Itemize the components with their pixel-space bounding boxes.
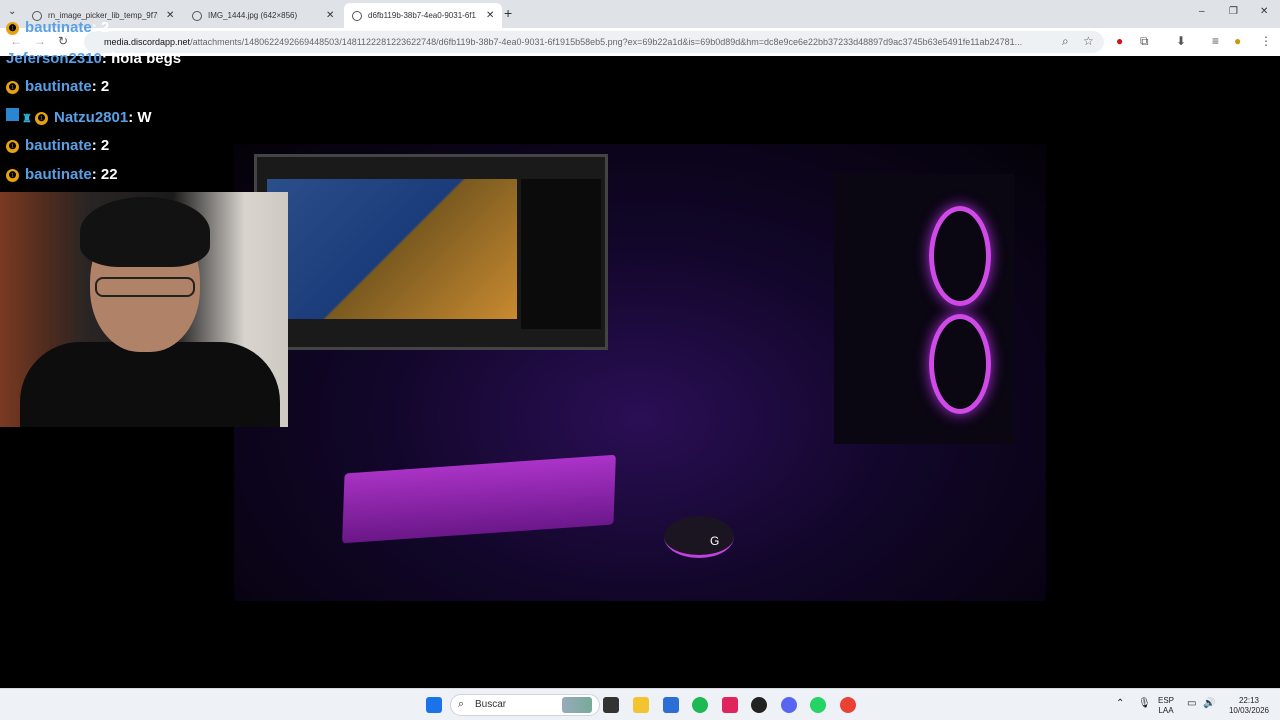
- chat-text: : W: [128, 109, 152, 126]
- zoom-icon[interactable]: ⌕: [1062, 34, 1069, 49]
- monitor-screen: [267, 179, 517, 319]
- language-indicator[interactable]: ESP LAA: [1158, 696, 1174, 716]
- browser-toolbar: ← → ↻ media.discordapp.net/attachments/1…: [0, 28, 1280, 56]
- avatar[interactable]: ●: [1234, 34, 1241, 48]
- sub-badge-icon: ❶: [35, 112, 48, 125]
- browser-tab-bar: ⌄ rn_image_picker_lib_temp_9f75 ✕ IMG_14…: [0, 0, 1280, 28]
- verified-badge-icon: ♜: [22, 113, 32, 125]
- clock-time: 22:13: [1238, 696, 1260, 705]
- chat-text: : 2: [91, 78, 110, 95]
- search-icon: ⌕: [458, 698, 465, 710]
- minimize-button[interactable]: –: [1199, 6, 1205, 17]
- spotify-icon[interactable]: [692, 697, 708, 713]
- chat-message: ❶ bautinate: 2: [6, 19, 109, 36]
- chat-message: ❶ bautinate: 22: [6, 166, 118, 183]
- rgb-fan: [929, 314, 991, 414]
- chat-username: Jeferson2310: [6, 50, 102, 67]
- monitor-image: [254, 154, 608, 350]
- url-path: /attachments/1480622492669448503/1481122…: [190, 37, 1023, 47]
- media-icon[interactable]: ≡: [1212, 34, 1219, 48]
- chrome-icon[interactable]: [840, 697, 856, 713]
- streamer-hair: [80, 197, 210, 267]
- menu-icon[interactable]: ⋮: [1260, 34, 1272, 48]
- mouse-image: [664, 516, 734, 558]
- pc-case-image: [834, 174, 1014, 444]
- chat-text: : 2: [91, 137, 110, 154]
- chat-message: ❶ bautinate: 2: [6, 78, 109, 95]
- discord-icon[interactable]: [781, 697, 797, 713]
- tab-title: d6fb119b-38b7-4ea0-9031-6f1: [368, 11, 476, 20]
- globe-icon: [192, 10, 202, 21]
- rgb-fan: [929, 206, 991, 306]
- close-tab-icon[interactable]: ✕: [326, 10, 334, 21]
- keyboard-image: [342, 454, 616, 544]
- close-tab-icon[interactable]: ✕: [166, 10, 174, 21]
- chat-message: Jeferson2310: hola begs: [6, 50, 181, 67]
- monitor-chat-panel: [521, 179, 601, 329]
- image-viewer: ❶ bautinate: 2 Jeferson2310: hola begs ❶b…: [0, 19, 1280, 688]
- back-icon[interactable]: ←: [10, 34, 22, 48]
- sub-badge-icon: ❶: [6, 81, 19, 94]
- chat-username: bautinate: [25, 19, 92, 36]
- forward-icon[interactable]: →: [34, 34, 46, 48]
- chat-username: bautinate: [25, 166, 92, 183]
- tab-title: IMG_1444.jpg (642×856): [208, 11, 298, 20]
- address-bar[interactable]: media.discordapp.net/attachments/1480622…: [84, 31, 1104, 53]
- chat-username: bautinate: [25, 137, 92, 154]
- network-icon[interactable]: ▭: [1187, 699, 1196, 709]
- windows-taskbar: Buscar ⌕ ⌃ 🎙 ESP LAA ▭ 🔊 22:13 10/03/202…: [0, 688, 1280, 720]
- sub-badge-icon: ❶: [6, 22, 19, 35]
- weather-widget-icon[interactable]: [562, 697, 592, 713]
- microphone-icon[interactable]: 🎙: [1138, 699, 1151, 709]
- clock[interactable]: 22:13 10/03/2026: [1224, 696, 1274, 716]
- show-hidden-icons[interactable]: ⌃: [1116, 699, 1124, 709]
- tab-search-chevron-icon[interactable]: ⌄: [8, 6, 16, 17]
- glasses: [95, 277, 195, 297]
- chat-text: : hola begs: [101, 50, 182, 67]
- globe-icon: [352, 10, 362, 21]
- volume-icon[interactable]: 🔊: [1203, 699, 1215, 709]
- close-window-button[interactable]: ✕: [1260, 6, 1268, 17]
- opera-icon[interactable]: ●: [1116, 34, 1123, 48]
- prime-badge-icon: [6, 108, 19, 121]
- extensions-icon[interactable]: ⧉: [1140, 34, 1149, 49]
- chat-text: : 2: [91, 19, 110, 36]
- streamer-body: [20, 342, 280, 427]
- obs-icon[interactable]: [751, 697, 767, 713]
- sub-badge-icon: ❶: [6, 169, 19, 182]
- setup-photo: G: [234, 144, 1046, 601]
- file-explorer-icon[interactable]: [633, 697, 649, 713]
- chat-username: bautinate: [25, 78, 92, 95]
- reload-icon[interactable]: ↻: [58, 34, 68, 48]
- chat-message: ❶ bautinate: 2: [6, 137, 109, 154]
- tiktok-icon[interactable]: [722, 697, 738, 713]
- search-label: Buscar: [475, 699, 507, 710]
- chat-text: : 22: [91, 166, 118, 183]
- downloads-icon[interactable]: ⬇: [1176, 34, 1186, 48]
- bookmark-star-icon[interactable]: ☆: [1083, 34, 1094, 48]
- logitech-logo-icon: G: [710, 534, 720, 548]
- chat-message: ♜ ❶ Natzu2801: W: [6, 108, 152, 126]
- clock-date: 10/03/2026: [1228, 706, 1270, 715]
- url-host: media.discordapp.net: [104, 37, 191, 47]
- chat-username: Natzu2801: [54, 109, 129, 126]
- windows-start-icon[interactable]: [426, 697, 442, 713]
- language-bottom: LAA: [1158, 706, 1174, 715]
- task-view-icon[interactable]: [603, 697, 619, 713]
- close-tab-icon[interactable]: ✕: [486, 10, 494, 21]
- sub-badge-icon: ❶: [6, 140, 19, 153]
- whatsapp-icon[interactable]: [810, 697, 826, 713]
- new-tab-button[interactable]: +: [504, 5, 512, 21]
- language-top: ESP: [1158, 696, 1175, 705]
- maximize-button[interactable]: ❐: [1229, 6, 1238, 17]
- tab-discord-image[interactable]: d6fb119b-38b7-4ea0-9031-6f1 ✕: [344, 3, 503, 28]
- tab-img-1444[interactable]: IMG_1444.jpg (642×856) ✕: [184, 3, 342, 28]
- webcam-overlay: [0, 192, 288, 427]
- store-icon[interactable]: [663, 697, 679, 713]
